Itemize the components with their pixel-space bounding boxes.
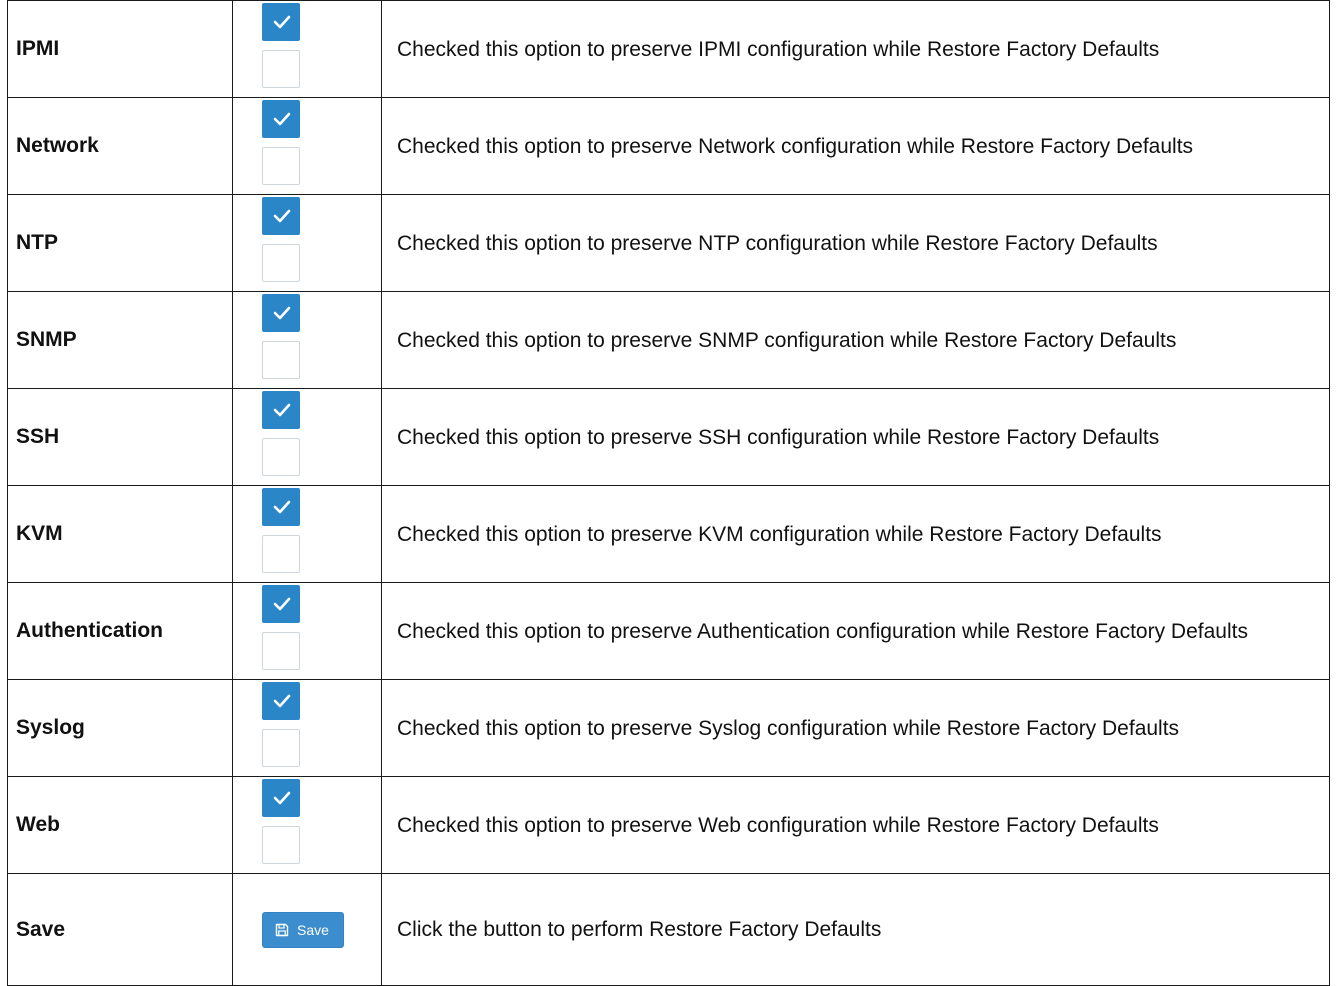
- option-description: Checked this option to preserve KVM conf…: [381, 485, 1330, 583]
- preserve-options-table: IPMI Checked this option to preserve IPM…: [7, 0, 1330, 986]
- unchecked-checkbox[interactable]: [262, 147, 300, 185]
- option-label: SNMP: [7, 291, 233, 389]
- save-button-cell: Save: [232, 873, 382, 986]
- option-description: Checked this option to preserve Web conf…: [381, 776, 1330, 874]
- save-button[interactable]: Save: [262, 911, 344, 948]
- option-label: Authentication: [7, 582, 233, 680]
- preserve-syslog-checkbox[interactable]: [262, 682, 300, 720]
- unchecked-checkbox[interactable]: [262, 50, 300, 88]
- option-description: Checked this option to preserve IPMI con…: [381, 0, 1330, 98]
- option-row-web: Web Checked this option to preserve Web …: [7, 776, 1330, 874]
- unchecked-checkbox[interactable]: [262, 244, 300, 282]
- checkbox-cell: [232, 194, 382, 292]
- checkbox-cell: [232, 291, 382, 389]
- unchecked-checkbox[interactable]: [262, 438, 300, 476]
- option-description: Checked this option to preserve NTP conf…: [381, 194, 1330, 292]
- unchecked-checkbox[interactable]: [262, 826, 300, 864]
- checkbox-cell: [232, 0, 382, 98]
- checkbox-cell: [232, 97, 382, 195]
- option-row-authentication: Authentication Checked this option to pr…: [7, 582, 1330, 680]
- check-icon: [273, 403, 291, 417]
- unchecked-checkbox[interactable]: [262, 341, 300, 379]
- option-row-syslog: Syslog Checked this option to preserve S…: [7, 679, 1330, 777]
- option-label: SSH: [7, 388, 233, 486]
- checkbox-cell: [232, 582, 382, 680]
- save-row-description: Click the button to perform Restore Fact…: [381, 873, 1330, 986]
- preserve-network-checkbox[interactable]: [262, 100, 300, 138]
- option-description: Checked this option to preserve Syslog c…: [381, 679, 1330, 777]
- preserve-authentication-checkbox[interactable]: [262, 585, 300, 623]
- option-row-snmp: SNMP Checked this option to preserve SNM…: [7, 291, 1330, 389]
- check-icon: [273, 112, 291, 126]
- option-row-ntp: NTP Checked this option to preserve NTP …: [7, 194, 1330, 292]
- preserve-web-checkbox[interactable]: [262, 779, 300, 817]
- check-icon: [273, 306, 291, 320]
- option-label: NTP: [7, 194, 233, 292]
- option-label: Syslog: [7, 679, 233, 777]
- preserve-ssh-checkbox[interactable]: [262, 391, 300, 429]
- option-description: Checked this option to preserve Network …: [381, 97, 1330, 195]
- option-label: IPMI: [7, 0, 233, 98]
- preserve-ipmi-checkbox[interactable]: [262, 3, 300, 41]
- option-description: Checked this option to preserve SNMP con…: [381, 291, 1330, 389]
- save-icon: [275, 923, 289, 936]
- option-description: Checked this option to preserve SSH conf…: [381, 388, 1330, 486]
- option-row-kvm: KVM Checked this option to preserve KVM …: [7, 485, 1330, 583]
- option-label: Network: [7, 97, 233, 195]
- checkbox-cell: [232, 679, 382, 777]
- unchecked-checkbox[interactable]: [262, 535, 300, 573]
- preserve-ntp-checkbox[interactable]: [262, 197, 300, 235]
- check-icon: [273, 694, 291, 708]
- option-label: Web: [7, 776, 233, 874]
- check-icon: [273, 15, 291, 29]
- option-description: Checked this option to preserve Authenti…: [381, 582, 1330, 680]
- checkbox-cell: [232, 776, 382, 874]
- save-row-label: Save: [7, 873, 233, 986]
- check-icon: [273, 500, 291, 514]
- preserve-kvm-checkbox[interactable]: [262, 488, 300, 526]
- unchecked-checkbox[interactable]: [262, 632, 300, 670]
- check-icon: [273, 597, 291, 611]
- option-row-ssh: SSH Checked this option to preserve SSH …: [7, 388, 1330, 486]
- check-icon: [273, 209, 291, 223]
- save-row: Save Save Click the button to perform Re…: [7, 873, 1330, 986]
- unchecked-checkbox[interactable]: [262, 729, 300, 767]
- option-label: KVM: [7, 485, 233, 583]
- option-row-ipmi: IPMI Checked this option to preserve IPM…: [7, 0, 1330, 98]
- checkbox-cell: [232, 485, 382, 583]
- checkbox-cell: [232, 388, 382, 486]
- preserve-snmp-checkbox[interactable]: [262, 294, 300, 332]
- check-icon: [273, 791, 291, 805]
- option-row-network: Network Checked this option to preserve …: [7, 97, 1330, 195]
- save-button-label: Save: [297, 921, 329, 938]
